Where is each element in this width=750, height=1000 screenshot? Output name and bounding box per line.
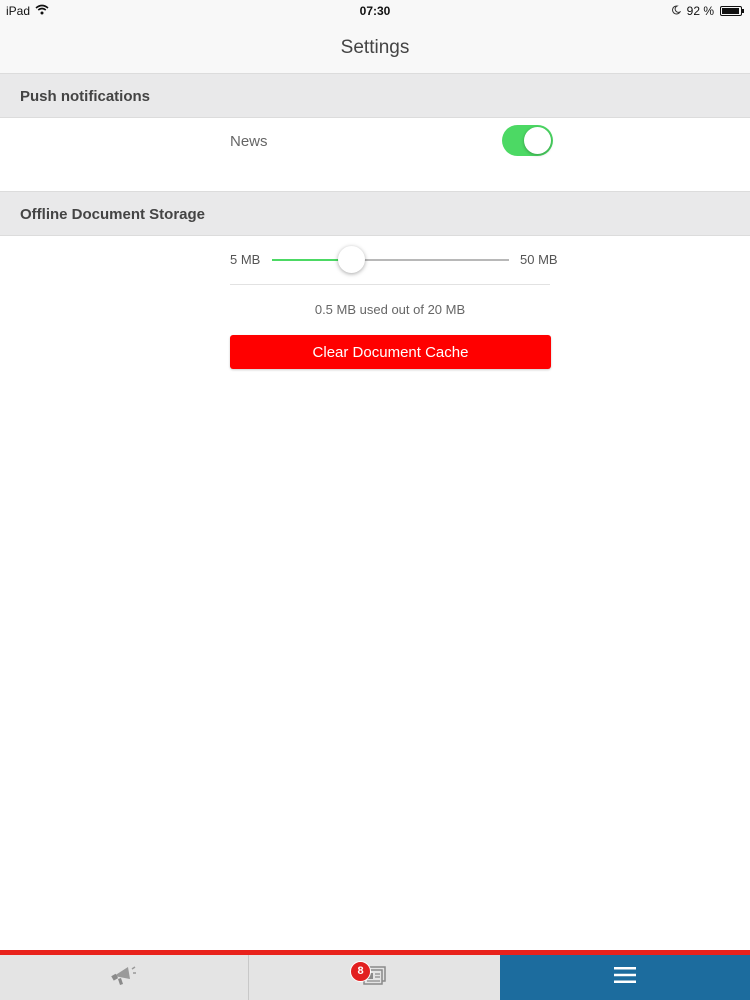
moon-icon <box>671 4 681 18</box>
divider <box>230 284 550 285</box>
tab-bar <box>0 950 750 1000</box>
clear-cache-button[interactable]: Clear Document Cache <box>230 335 551 369</box>
battery-percent: 92 % <box>686 4 714 18</box>
section-header-label: Offline Document Storage <box>20 206 206 223</box>
tab-menu[interactable] <box>500 955 750 1000</box>
megaphone-icon <box>110 963 138 992</box>
menu-icon <box>614 966 636 989</box>
storage-slider[interactable] <box>272 246 509 273</box>
news-label: News <box>230 133 268 150</box>
news-toggle[interactable] <box>502 125 553 156</box>
section-header-offline-storage: Offline Document Storage <box>0 191 750 236</box>
section-header-label: Push notifications <box>20 88 151 105</box>
toggle-knob <box>524 127 551 154</box>
slider-max-label: 50 MB <box>520 252 558 267</box>
battery-icon <box>720 6 744 16</box>
section-header-push-notifications: Push notifications <box>0 73 750 118</box>
tab-announcements[interactable] <box>0 955 249 1000</box>
slider-thumb[interactable] <box>338 246 365 273</box>
status-time: 07:30 <box>359 4 391 18</box>
storage-usage-text: 0.5 MB used out of 20 MB <box>314 302 466 317</box>
slider-min-label: 5 MB <box>230 252 261 267</box>
nav-bar: Settings <box>0 22 750 74</box>
documents-badge: 8 <box>350 961 371 982</box>
page-title: Settings <box>340 37 410 58</box>
status-bar: iPad 07:30 92 % <box>0 0 750 22</box>
tab-documents[interactable] <box>249 955 500 1000</box>
